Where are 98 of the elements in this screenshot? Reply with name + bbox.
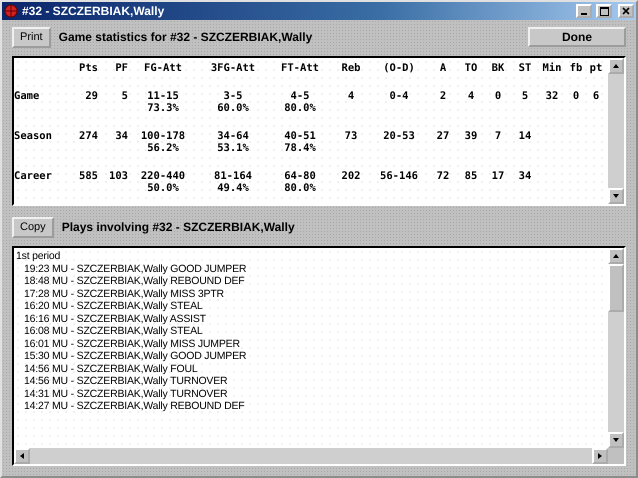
table-cell-text: 11-15: [146, 90, 180, 102]
table-cell-text: 27: [436, 130, 450, 142]
window-title: #32 - SZCZERBIAK,Wally: [22, 4, 166, 18]
column-header: pt: [588, 62, 604, 74]
column-header: FG-Att: [143, 62, 183, 74]
play-entry: 14:31 MU - SZCZERBIAK,Wally TURNOVER: [23, 388, 228, 400]
column-header: BK: [490, 62, 506, 74]
row-label: Game: [14, 90, 40, 102]
table-cell-text: 103: [108, 170, 128, 182]
section-title: Game statistics for #32 - SZCZERBIAK,Wally: [58, 30, 312, 44]
scroll-right-icon: [596, 452, 604, 460]
table-cell-text: 53.1%: [216, 142, 250, 154]
column-header: fb: [568, 62, 584, 74]
table-cell-text: 4: [466, 90, 476, 102]
table-cell-text: 0-4: [388, 90, 410, 102]
table-cell-text: 274: [78, 130, 98, 142]
column-header: Pts: [78, 62, 98, 74]
table-cell-text: 20-53: [382, 130, 416, 142]
column-header: 3FG-Att: [210, 62, 256, 74]
vertical-scrollbar[interactable]: [608, 58, 624, 204]
table-cell-text: 78.4%: [283, 142, 317, 154]
table-cell-text: 73: [344, 130, 358, 142]
horizontal-scrollbar[interactable]: [14, 448, 624, 464]
column-header: Reb: [340, 62, 362, 74]
table-cell-text: 85: [464, 170, 478, 182]
close-icon: [622, 7, 630, 15]
play-entry: 16:08 MU - SZCZERBIAK,Wally STEAL: [23, 325, 204, 338]
play-entry: 14:56 MU - SZCZERBIAK,Wally FOUL: [23, 362, 198, 375]
play-entry: 16:20 MU - SZCZERBIAK,Wally STEAL: [23, 300, 204, 312]
table-cell-text: 64-80: [283, 170, 317, 182]
table-cell-text: 17: [490, 170, 506, 182]
table-cell-text: 49.4%: [216, 182, 250, 194]
play-entry: 16:16 MU - SZCZERBIAK,Wally ASSIST: [23, 312, 207, 325]
scroll-up-icon: [612, 252, 620, 260]
table-cell-text: 4: [346, 90, 356, 102]
table-cell-text: 6: [592, 90, 600, 102]
table-cell-text: 100-178: [140, 130, 186, 142]
table-cell-text: 4-5: [290, 90, 310, 102]
close-button[interactable]: [618, 4, 634, 18]
scroll-up-icon: [612, 62, 620, 70]
table-cell-text: 32: [544, 90, 560, 102]
table-cell-text: 50.0%: [146, 182, 180, 194]
column-header: (O-D): [382, 62, 416, 74]
table-cell-text: 2: [438, 90, 448, 102]
period-heading: 1st period: [16, 250, 62, 262]
table-cell-text: 7: [494, 130, 502, 142]
table-cell-text: 40-51: [283, 130, 317, 142]
table-cell-text: 0: [494, 90, 502, 102]
table-cell-text: 72: [436, 170, 450, 182]
play-entry: 16:01 MU - SZCZERBIAK,Wally MISS JUMPER: [23, 338, 241, 350]
table-cell-text: 80.0%: [283, 102, 317, 114]
table-cell-text: 34: [518, 170, 532, 182]
scroll-down-icon: [612, 192, 620, 200]
table-cell-text: 5: [520, 90, 530, 102]
table-cell-text: 220-440: [140, 170, 186, 182]
table-cell-text: 34-64: [216, 130, 250, 142]
column-header: PF: [114, 62, 128, 74]
table-cell-text: 29: [84, 90, 98, 102]
table-cell-text: 80.0%: [283, 182, 317, 194]
maximize-button[interactable]: [596, 4, 612, 18]
scroll-left-icon: [18, 452, 26, 460]
table-cell-text: 56-146: [379, 170, 419, 182]
copy-button[interactable]: Copy: [12, 216, 54, 238]
table-cell-text: 81-164: [213, 170, 253, 182]
print-button[interactable]: Print: [12, 26, 51, 48]
done-button[interactable]: Done: [528, 27, 626, 47]
play-entry: 14:56 MU - SZCZERBIAK,Wally TURNOVER: [23, 375, 228, 388]
scrollbar-corner: [608, 448, 624, 464]
table-cell-text: 60.0%: [216, 102, 250, 114]
play-entry: 14:27 MU - SZCZERBIAK,Wally REBOUND DEF: [23, 400, 246, 412]
table-cell-text: 14: [518, 130, 532, 142]
table-cell-text: 56.2%: [146, 142, 180, 154]
table-cell-text: 5: [120, 90, 128, 102]
column-header: A: [438, 62, 448, 74]
column-header: FT-Att: [280, 62, 320, 74]
play-entry: 15:30 MU - SZCZERBIAK,Wally GOOD JUMPER: [23, 350, 248, 362]
table-cell-text: 0: [572, 90, 580, 102]
play-entry: 17:28 MU - SZCZERBIAK,Wally MISS 3PTR: [23, 288, 225, 300]
section-title: Plays involving #32 - SZCZERBIAK,Wally: [62, 220, 295, 234]
scroll-down-icon: [612, 436, 620, 444]
scroll-thumb[interactable]: [608, 264, 624, 312]
ball-icon: [4, 4, 18, 18]
table-cell-text: 34: [114, 130, 128, 142]
row-label: Season: [14, 130, 53, 142]
column-header: ST: [518, 62, 532, 74]
play-entry: 19:23 MU - SZCZERBIAK,Wally GOOD JUMPER: [23, 262, 248, 275]
minimize-button[interactable]: [576, 4, 592, 18]
play-entry: 18:48 MU - SZCZERBIAK,Wally REBOUND DEF: [23, 275, 246, 288]
maximize-icon: [600, 6, 608, 16]
row-label: Career: [14, 170, 53, 182]
table-cell-text: 585: [78, 170, 98, 182]
table-cell-text: 39: [464, 130, 478, 142]
column-header: Min: [542, 62, 562, 74]
table-cell-text: 202: [340, 170, 362, 182]
vertical-scrollbar[interactable]: [608, 248, 624, 448]
table-cell-text: 3-5: [222, 90, 244, 102]
table-cell-text: 73.3%: [146, 102, 180, 114]
column-header: TO: [464, 62, 478, 74]
